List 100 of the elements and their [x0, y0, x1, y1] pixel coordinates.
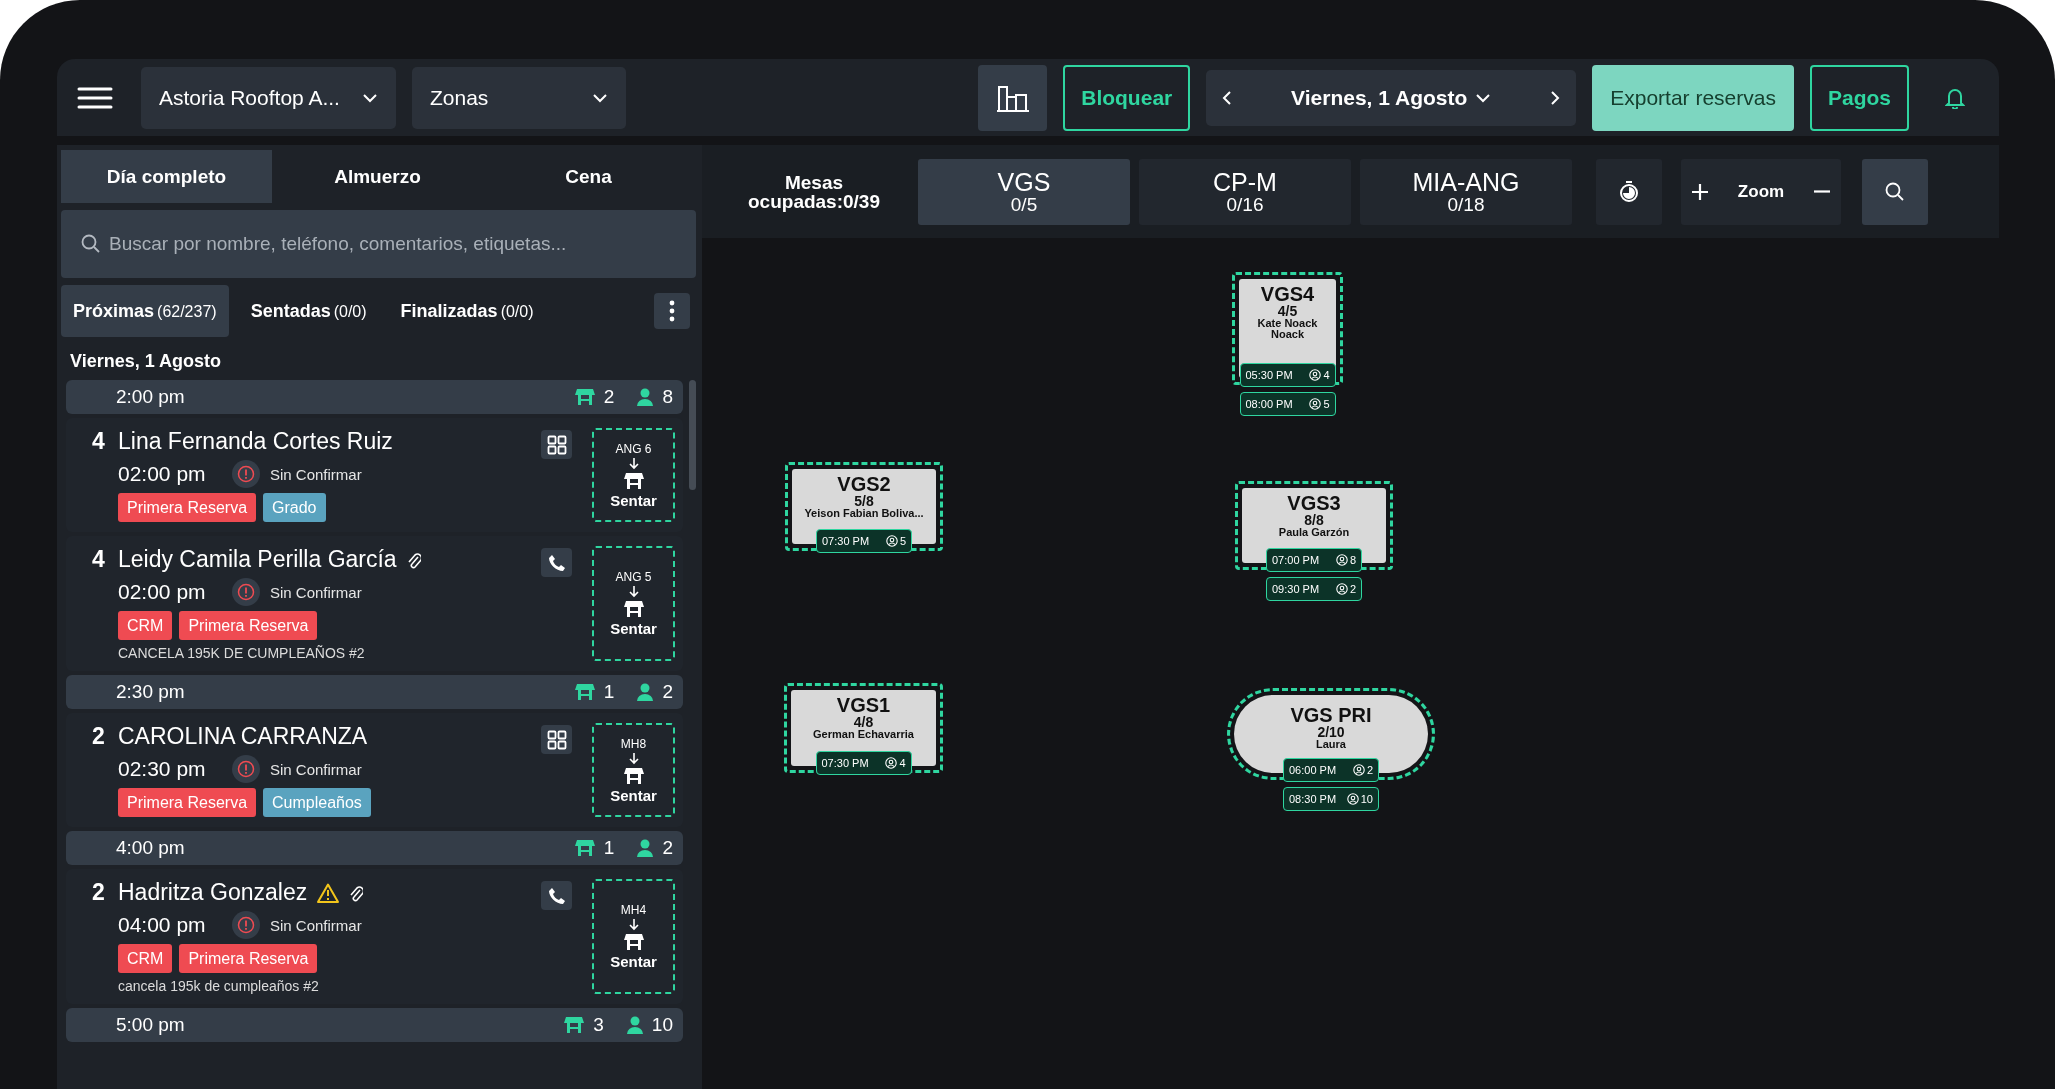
- seat-button[interactable]: ANG 5 Sentar: [592, 546, 675, 661]
- party-size: 4: [92, 428, 106, 455]
- table-name: VGS4: [1260, 284, 1315, 304]
- search-icon: [1885, 181, 1905, 202]
- tag: Grado: [263, 493, 326, 522]
- alert-icon: [237, 465, 255, 483]
- search-icon: [81, 234, 101, 254]
- booking-time: 08:00 PM: [1245, 398, 1293, 410]
- party-size: 2: [92, 879, 106, 906]
- date-dropdown[interactable]: Viernes, 1 Agosto: [1285, 84, 1498, 111]
- call-button[interactable]: [541, 548, 572, 577]
- zoom-out-button[interactable]: [1813, 190, 1831, 193]
- arrow-down-icon: [628, 752, 639, 765]
- layout-button[interactable]: [541, 430, 572, 459]
- person-icon: [1335, 554, 1348, 566]
- chevron-down-icon: [362, 92, 378, 103]
- party-size: 4: [92, 546, 106, 573]
- chevron-down-icon: [592, 92, 608, 103]
- zone-tab[interactable]: MIA-ANG 0/18: [1360, 158, 1572, 225]
- seat-button[interactable]: MH8 Sentar: [592, 723, 675, 817]
- service-tab[interactable]: Almuerzo: [272, 150, 483, 203]
- timer-button[interactable]: [1596, 158, 1662, 225]
- guest-count: 2: [662, 681, 673, 703]
- grid-icon: [546, 729, 567, 750]
- previous-day-button[interactable]: [1222, 89, 1233, 106]
- person-icon: [1309, 398, 1322, 410]
- search-button[interactable]: [1862, 158, 1928, 225]
- booking-guests: 4: [899, 757, 906, 769]
- zone-tab[interactable]: CP-M 0/16: [1139, 158, 1351, 225]
- table-icon: [563, 1016, 586, 1034]
- service-tab[interactable]: Día completo: [61, 150, 272, 203]
- notifications-button[interactable]: [1945, 86, 1965, 109]
- booking-guests: 8: [1349, 554, 1356, 566]
- table-name: VGS2: [837, 474, 891, 494]
- zone-tab[interactable]: VGS 0/5: [918, 158, 1130, 225]
- arrow-down-icon: [628, 586, 639, 598]
- person-icon: [885, 535, 898, 547]
- booking-chip[interactable]: 07:30 PM 5: [816, 529, 912, 553]
- status-text: Sin Confirmar: [270, 916, 362, 934]
- seat-button[interactable]: MH4 Sentar: [592, 879, 675, 994]
- reservation-card[interactable]: 2 CAROLINA CARRANZA 02:30 pm Sin Confirmar Primera Reserva Cumpleaños MH8 Sentar: [66, 713, 683, 827]
- booking-time: 08:30 PM: [1289, 793, 1337, 805]
- chevron-down-icon: [1475, 92, 1492, 103]
- call-button[interactable]: [541, 881, 572, 910]
- phone-icon: [547, 886, 566, 905]
- person-icon: [625, 1016, 644, 1034]
- booking-guests: 10: [1360, 793, 1373, 805]
- reservation-card[interactable]: 4 Lina Fernanda Cortes Ruiz 02:00 pm Sin Confirmar Primera Reserva Grado ANG 6 Sentar: [66, 418, 683, 532]
- person-icon: [636, 839, 655, 857]
- menu-button[interactable]: [77, 85, 113, 110]
- search-field[interactable]: Buscar por nombre, teléfono, comentarios, etiquetas...: [61, 210, 696, 278]
- booking-guests: 5: [1323, 398, 1330, 410]
- more-button[interactable]: [654, 293, 690, 329]
- person-icon: [1346, 793, 1359, 805]
- reservation-time: 02:00 pm: [118, 462, 207, 486]
- filter-tab[interactable]: Finalizadas (0/0): [388, 285, 546, 337]
- table-name: VGS PRI: [1290, 705, 1372, 725]
- table-guest: Laura: [1315, 739, 1347, 750]
- next-day-button[interactable]: [1550, 89, 1561, 106]
- venue-dropdown[interactable]: Astoria Rooftop A...: [141, 66, 396, 129]
- booking-chip[interactable]: 07:00 PM 8: [1266, 548, 1362, 572]
- minus-icon: [1813, 190, 1831, 193]
- booking-chip[interactable]: 09:30 PM 2: [1266, 577, 1362, 601]
- party-size: 2: [92, 723, 106, 750]
- booking-chip[interactable]: 07:30 PM 4: [815, 751, 912, 775]
- booking-time: 09:30 PM: [1272, 583, 1320, 595]
- layout-button[interactable]: [541, 725, 572, 754]
- block-button[interactable]: Bloquear: [1063, 64, 1191, 131]
- reservation-card[interactable]: 2 Hadritza Gonzalez 04:00 pm Sin Confirmar CRM Primera Reserva cancela 195k de cumpleaños #2 MH4 Sentar: [66, 869, 683, 1004]
- booking-chip[interactable]: 08:00 PM 5: [1239, 392, 1336, 416]
- table-count: 1: [603, 837, 615, 859]
- tag: Primera Reserva: [179, 611, 318, 640]
- seat-button[interactable]: ANG 6 Sentar: [592, 428, 675, 522]
- table-guest: German Echavarria: [812, 729, 915, 740]
- booking-time: 05:30 PM: [1245, 369, 1293, 381]
- booking-chip[interactable]: 05:30 PM 4: [1239, 363, 1336, 387]
- reservation-time: 02:30 pm: [118, 757, 207, 781]
- scrollbar-thumb[interactable]: [689, 380, 696, 490]
- grid-icon: [546, 434, 567, 455]
- booking-chip[interactable]: 06:00 PM 2: [1283, 758, 1379, 782]
- person-icon: [1335, 583, 1348, 595]
- tag: Primera Reserva: [118, 788, 257, 817]
- booking-chip[interactable]: 08:30 PM 10: [1283, 787, 1379, 811]
- filter-tab[interactable]: Sentadas (0/0): [238, 285, 379, 337]
- person-icon: [1352, 764, 1365, 776]
- zoom-in-button[interactable]: [1691, 182, 1709, 201]
- filter-tab[interactable]: Próximas (62/237): [61, 285, 229, 337]
- alert-icon: [237, 916, 255, 934]
- reservation-time: 04:00 pm: [118, 913, 207, 937]
- reservation-card[interactable]: 4 Leidy Camila Perilla García 02:00 pm Sin Confirmar CRM Primera Reserva CANCELA 195K DE CUMPLEAÑOS #2 ANG 5 Sentar: [66, 536, 683, 671]
- tag: Cumpleaños: [263, 788, 371, 817]
- alert-icon: [237, 583, 255, 601]
- payments-button[interactable]: Pagos: [1809, 64, 1909, 131]
- zones-dropdown[interactable]: Zonas: [412, 66, 626, 129]
- arrow-down-icon: [628, 457, 639, 470]
- tag: CRM: [118, 944, 173, 973]
- chart-button[interactable]: [978, 64, 1048, 131]
- export-button[interactable]: Exportar reservas: [1592, 64, 1794, 131]
- booking-time: 07:30 PM: [822, 535, 870, 547]
- service-tab[interactable]: Cena: [483, 150, 694, 203]
